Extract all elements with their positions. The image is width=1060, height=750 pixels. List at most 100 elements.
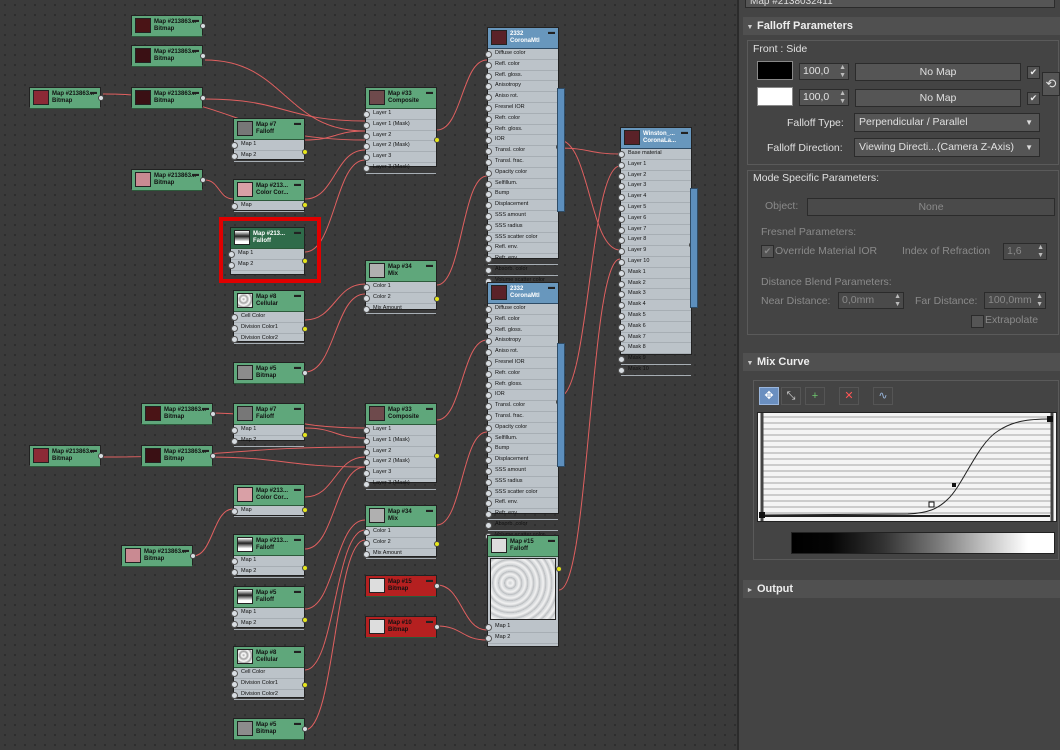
input-slot[interactable]: Refl. color — [485, 315, 558, 326]
input-slot[interactable]: Division Color1 — [231, 323, 304, 334]
input-slot[interactable]: Layer 6 — [618, 214, 691, 225]
input-slot[interactable]: SSS scatter color — [485, 488, 558, 499]
input-slot[interactable]: Layer 1 — [363, 425, 436, 436]
node-composite-n11[interactable]: Map #33 Composite ▬ Layer 1 Layer 1 (Mask) La… — [363, 87, 440, 174]
output-socket[interactable] — [434, 624, 440, 630]
output-socket[interactable] — [302, 726, 308, 732]
node-bitmap-n4[interactable]: Map #213863... Bitmap ▬ — [131, 87, 206, 109]
map-name-field[interactable]: Map #2138032411 — [745, 0, 1055, 8]
output-socket[interactable] — [302, 564, 308, 571]
node-bitmap-n5[interactable]: Map #213863... Bitmap ▬ — [131, 169, 206, 191]
input-slot[interactable]: SSS radius — [485, 477, 558, 488]
curve-point-end[interactable] — [1047, 416, 1053, 422]
node-header[interactable]: Map #213863... Bitmap ▬ — [122, 546, 192, 567]
node-editor-canvas[interactable]: Map #213863... Bitmap ▬ Map #213863... Bitma… — [0, 0, 737, 750]
input-slot[interactable]: Color 1 — [363, 282, 436, 293]
node-color-cor--n7[interactable]: Map #213... Color Cor... ▬ Map — [231, 179, 308, 212]
curve-point-handle[interactable] — [952, 483, 956, 487]
node-collapse-icon[interactable]: ▬ — [192, 171, 199, 178]
output-socket[interactable] — [98, 95, 104, 101]
node-header[interactable]: 2332 CoronaMtl ▬ — [488, 28, 558, 49]
output-socket[interactable] — [302, 432, 308, 438]
input-slot[interactable]: Refl. env. — [485, 498, 558, 510]
node-header[interactable]: Map #34 Mix ▬ — [366, 261, 436, 282]
node-header[interactable]: Map #10 Bitmap ▬ — [366, 617, 436, 638]
input-slot[interactable]: Refr. env. — [485, 254, 558, 265]
input-slot[interactable]: Opacity color — [485, 168, 558, 179]
input-slot[interactable]: Absorb. color — [485, 520, 558, 531]
connection-wire[interactable] — [304, 283, 366, 321]
connection-wire[interactable] — [304, 456, 366, 498]
front-map-button[interactable]: No Map — [855, 63, 1021, 81]
input-slot[interactable]: Refl. gloss. — [485, 326, 558, 337]
connection-wire[interactable] — [436, 339, 488, 421]
connection-wire[interactable] — [304, 539, 366, 731]
node-collapse-icon[interactable]: ▬ — [192, 17, 199, 24]
node-collapse-icon[interactable]: ▬ — [294, 720, 301, 727]
spinner-arrows-icon[interactable]: ▲ ▼ — [839, 90, 846, 106]
node-collapse-icon[interactable]: ▬ — [182, 547, 189, 554]
input-slot[interactable]: Map — [231, 506, 304, 517]
reset-curve-icon[interactable]: ∿ — [873, 387, 893, 405]
side-color-swatch[interactable] — [757, 87, 793, 106]
node-collapse-icon[interactable]: ▬ — [192, 89, 199, 96]
connection-wire[interactable] — [558, 139, 621, 251]
node-header[interactable]: Map #213863... Bitmap ▬ — [132, 46, 202, 67]
input-slot[interactable]: Layer 2 — [363, 131, 436, 142]
node-header[interactable]: Map #33 Composite ▬ — [366, 404, 436, 425]
input-slot[interactable]: Fresnel IOR — [485, 103, 558, 114]
input-slot[interactable]: Mix Amount — [363, 549, 436, 560]
input-slot[interactable]: Mask 5 — [618, 311, 691, 322]
connection-wire[interactable] — [558, 165, 621, 398]
input-slot[interactable]: Map 2 — [231, 619, 304, 630]
node-bitmap-n28[interactable]: Map #10 Bitmap ▬ — [365, 616, 440, 638]
falloff-direction-dropdown[interactable]: Viewing Directi...(Camera Z-Axis) ▼ — [854, 138, 1040, 157]
input-slot[interactable]: Bump — [485, 189, 558, 201]
output-socket[interactable] — [302, 148, 308, 155]
spinner-arrows-icon[interactable]: ▲ ▼ — [894, 293, 901, 309]
node-collapse-icon[interactable]: ▬ — [294, 536, 301, 543]
curve-point-start[interactable] — [759, 512, 765, 518]
node-header[interactable]: Map #33 Composite ▬ — [366, 88, 436, 109]
input-slot[interactable]: Color 2 — [363, 538, 436, 549]
input-slot[interactable]: Diffuse color — [485, 304, 558, 315]
side-map-checkbox[interactable]: ✔ — [1027, 92, 1040, 105]
front-amount-spinner[interactable]: 100,0 ▲ ▼ — [799, 63, 849, 80]
node-composite-n20[interactable]: Map #33 Composite ▬ Layer 1 Layer 1 (Mask) La… — [363, 403, 440, 490]
node-header[interactable]: Map #213863... Bitmap ▬ — [132, 88, 202, 109]
falloff-parameters-rollout[interactable]: ▼ Falloff Parameters — [743, 17, 1060, 35]
input-slot[interactable]: Anisotropy — [485, 336, 558, 348]
front-color-swatch[interactable] — [757, 61, 793, 80]
node-cellular-n9[interactable]: Map #8 Cellular ▬ Cell Color Division Color1… — [231, 290, 308, 345]
connection-wire[interactable] — [304, 529, 366, 671]
mix-curve-graph[interactable] — [757, 412, 1057, 522]
node-mix-n12[interactable]: Map #34 Mix ▬ Color 1 Color 2 Mix Amount — [363, 260, 440, 315]
node-header[interactable]: Map #5 Bitmap ▬ — [234, 363, 304, 384]
input-slot[interactable]: Division Color2 — [231, 690, 304, 701]
input-slot[interactable]: Map — [231, 201, 304, 212]
input-slot[interactable]: Refr. color — [485, 369, 558, 380]
input-slot[interactable]: Map 1 — [231, 425, 304, 436]
node-header[interactable]: Map #7 Falloff ▬ — [234, 404, 304, 425]
input-slot[interactable]: Layer 7 — [618, 225, 691, 236]
spinner-arrows-icon[interactable]: ▲ ▼ — [1037, 244, 1044, 260]
input-slot[interactable]: Layer 1 (Mask) — [363, 120, 436, 131]
connection-wire[interactable] — [304, 293, 366, 373]
node-collapse-icon[interactable]: ▬ — [294, 405, 301, 412]
output-rollout[interactable]: ► Output — [743, 580, 1060, 598]
input-slot[interactable]: Layer 8 — [618, 235, 691, 247]
node-collapse-icon[interactable]: ▬ — [294, 120, 301, 127]
input-slot[interactable]: Base material — [618, 149, 691, 160]
override-ior-checkbox[interactable]: ✔ — [761, 245, 774, 258]
output-socket[interactable] — [200, 23, 206, 29]
output-socket[interactable] — [302, 507, 308, 513]
input-slot[interactable]: Layer 3 — [618, 181, 691, 193]
input-slot[interactable]: Layer 4 — [618, 192, 691, 203]
node-bitmap-n2[interactable]: Map #213863... Bitmap ▬ — [131, 45, 206, 67]
input-slot[interactable]: Layer 1 — [618, 160, 691, 171]
input-slot[interactable]: Mask 7 — [618, 333, 691, 344]
output-socket[interactable] — [200, 53, 206, 59]
input-slot[interactable]: Layer 3 — [363, 152, 436, 163]
output-socket[interactable] — [434, 583, 440, 589]
node-collapse-icon[interactable]: ▬ — [294, 588, 301, 595]
